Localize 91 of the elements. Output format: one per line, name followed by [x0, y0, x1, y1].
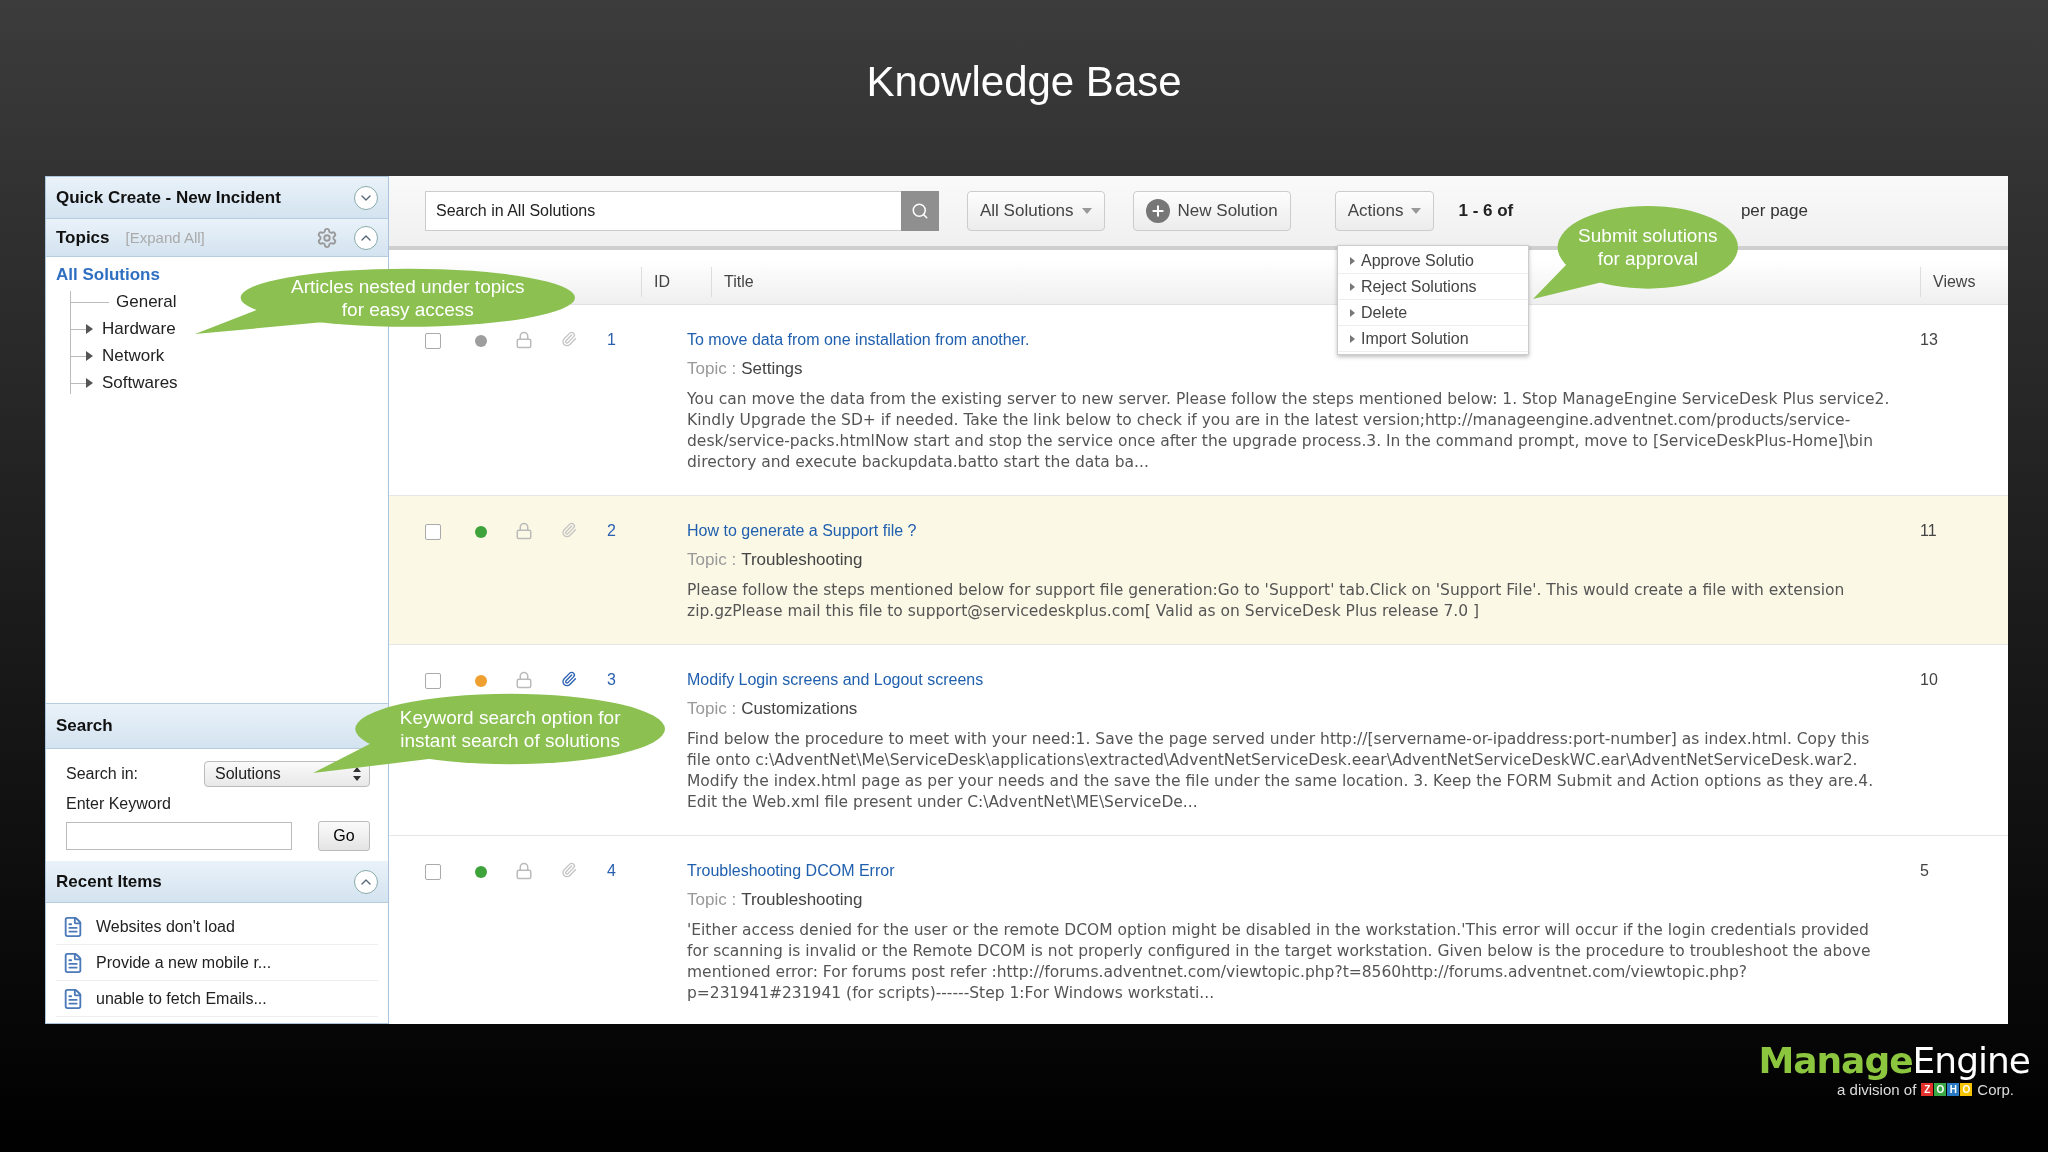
solution-id: 2: [607, 522, 616, 540]
collapse-icon[interactable]: [354, 225, 378, 250]
tree-item[interactable]: Softwares: [99, 373, 181, 393]
logo-letter: H: [1947, 1083, 1960, 1096]
topic-label: Topic :: [687, 550, 737, 570]
actions-dropdown[interactable]: Actions: [1334, 191, 1435, 231]
settings-icon[interactable]: [316, 226, 338, 249]
panel-title: Recent Items: [56, 871, 162, 892]
row-checkbox[interactable]: [425, 673, 441, 689]
field-label: Enter Keyword: [66, 795, 172, 813]
logo-letter: O: [1934, 1083, 1947, 1096]
panel-title: Search: [56, 716, 113, 736]
collapse-icon[interactable]: [354, 869, 378, 894]
document-icon: [62, 915, 84, 938]
menu-item[interactable]: Reject Solutions: [1338, 274, 1528, 300]
recent-item-link[interactable]: Provide a new mobile r...: [96, 953, 272, 972]
new-solution-button[interactable]: New Solution: [1132, 191, 1291, 231]
expand-arrow-icon[interactable]: [85, 378, 93, 388]
bullet-arrow-icon: [1350, 282, 1355, 291]
view-count: 11: [1920, 522, 1937, 540]
solution-description: 'Either access denied for the user or the remote DCOM option might be disabled in the workstation.'This error will occur if the login credentials provided for scanning is invalid or the Remote DCOM is not properly configured in the target workstation. Given below is the procedure to troubleshoot the above mentioned error: For forums post refer :http://forums.adventnet.com/viewtopic.php?t=8560http://forums.adventnet.com/viewtopic.php?p=231941#231941 (for scripts)------Step 1:For Windows workstati...: [687, 920, 1872, 1004]
menu-item[interactable]: Approve Solutio: [1338, 248, 1528, 274]
solution-title-link[interactable]: Modify Login screens and Logout screens: [687, 671, 984, 689]
view-count: 10: [1920, 671, 1938, 689]
bullet-arrow-icon: [1350, 256, 1355, 265]
expand-icon[interactable]: [354, 185, 378, 210]
tree-item[interactable]: Network: [99, 346, 168, 366]
lock-icon: [515, 331, 533, 349]
filter-dropdown[interactable]: All Solutions: [967, 191, 1105, 231]
bullet-arrow-icon: [1350, 308, 1355, 317]
document-icon: [62, 951, 84, 974]
callout-text: Keyword search option for instant search of solutions: [399, 706, 621, 752]
logo-wordmark: ManageEngine: [1758, 1040, 2030, 1081]
view-count: 13: [1920, 331, 1938, 349]
keyword-input[interactable]: [66, 822, 292, 850]
plus-icon: [1145, 199, 1170, 223]
panel-title: Topics: [56, 227, 110, 248]
solution-title-link[interactable]: Troubleshooting DCOM Error: [687, 862, 895, 880]
page-range: 1 - 6 of: [1458, 201, 1514, 221]
solution-description: Please follow the steps mentioned below for support file generation:Go to 'Support' tab.Click on 'Support File'. This would create a file with extension zip.gzPlease mail this file to support@servicedeskplus.com[ Valid as on ServiceDesk Plus release 7.0 ]: [687, 580, 1846, 622]
row-checkbox[interactable]: [425, 864, 441, 880]
solution-description: Find below the procedure to meet with your need:1. Save the page served under http://[servername-or-ipaddress:port-number] as index.html. Copy this file onto c:\AdventNet\Me\ServiceDesk\applications\extracted\AdventNetServiceDesk.eear\AdventNetServiceDeskWC.ear\AdventNetServiceDesk.war2. Modify the index.html page as per your needs and the save the file under the same location. 3. Keep the FORM Submit and Action options as they are.4. Edit the Web.xml file present under C:\AdventNet\ME\ServiceDe...: [687, 729, 1875, 813]
tree-item[interactable]: General: [113, 292, 180, 312]
topic-value: Troubleshooting: [741, 550, 863, 570]
topic-label: Topic :: [687, 699, 737, 719]
solution-title-link[interactable]: To move data from one installation from another.: [687, 331, 1030, 349]
up-down-arrows-icon: [353, 767, 361, 781]
field-label: Search in:: [66, 765, 139, 783]
caret-icon: [1081, 208, 1092, 214]
recent-item-link[interactable]: Websites don't load: [96, 917, 235, 936]
lock-icon: [515, 522, 533, 540]
row-checkbox[interactable]: [425, 333, 441, 349]
lock-icon: [515, 671, 533, 689]
view-count: 5: [1920, 862, 1929, 880]
expand-arrow-icon[interactable]: [85, 351, 93, 361]
caret-icon: [1411, 208, 1422, 214]
per-page-label: per page: [1740, 201, 1808, 221]
search-icon[interactable]: [901, 191, 939, 231]
topic-value: Settings: [741, 359, 803, 379]
topic-label: Topic :: [687, 890, 737, 910]
menu-item[interactable]: Delete: [1338, 300, 1528, 326]
bullet-arrow-icon: [1350, 334, 1355, 343]
menu-item[interactable]: Import Solution: [1338, 326, 1528, 352]
logo-letter: Z: [1921, 1083, 1934, 1096]
search-in-select[interactable]: Solutions: [204, 761, 370, 787]
go-button[interactable]: Go: [318, 821, 370, 851]
logo-tagline: a division of: [1837, 1081, 1917, 1098]
document-icon: [62, 987, 84, 1010]
row-checkbox[interactable]: [425, 524, 441, 540]
tree-item[interactable]: Hardware: [99, 319, 179, 339]
column-header[interactable]: ID: [641, 267, 711, 297]
solution-title-link[interactable]: How to generate a Support file ?: [687, 522, 917, 540]
search-field[interactable]: Search in All Solutions: [425, 191, 901, 231]
recent-item-link[interactable]: unable to fetch Emails...: [96, 989, 267, 1008]
solution-row[interactable]: [389, 496, 2008, 645]
tree-item[interactable]: All Solutions: [56, 265, 160, 285]
expand-arrow-icon[interactable]: [85, 324, 93, 334]
topic-label: Topic :: [687, 359, 737, 379]
panel-title: Quick Create - New Incident: [56, 187, 281, 208]
logo-letter: O: [1960, 1083, 1973, 1096]
solution-id: 4: [607, 862, 616, 880]
column-header[interactable]: Views: [1920, 267, 2008, 297]
topic-value: Troubleshooting: [741, 890, 863, 910]
slide-title: Knowledge Base: [866, 58, 1182, 106]
solution-id: 3: [607, 671, 616, 689]
logo-tagline: Corp.: [1977, 1081, 2014, 1098]
solution-id: 1: [607, 331, 616, 349]
topic-value: Customizations: [741, 699, 858, 719]
callout-text: Articles nested under topics for easy access: [291, 274, 525, 321]
lock-icon: [515, 862, 533, 880]
solution-description: You can move the data from the existing server to new server. Please follow the steps mentioned below: 1. Stop ManageEngine ServiceDesk Plus service2. Kindly Upgrade the SD+ if needed. Take the link below to check if you are in the latest version;http://manageengine.adventnet.com/products/service-desk/service-packs.htmlNow start and stop the service once after the upgrade process.3. In the command prompt, move to [ServiceDeskPlus-Home]\bin directory and execute backupdata.batto start the data ba...: [687, 389, 1890, 473]
